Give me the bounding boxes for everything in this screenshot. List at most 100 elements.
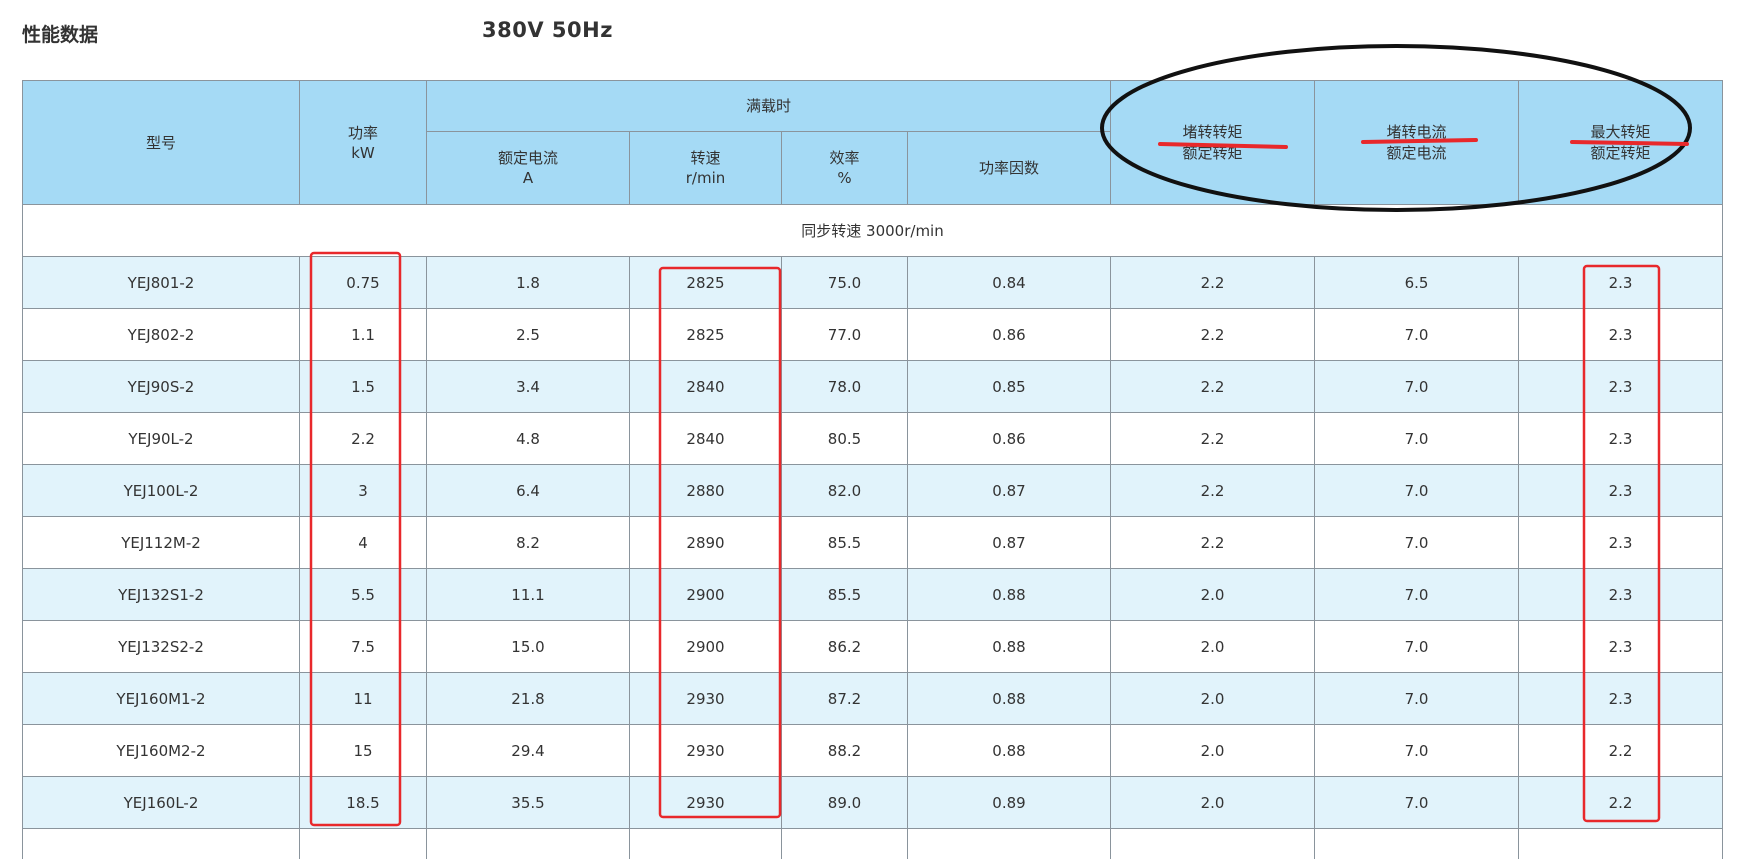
cell-max-torque-ratio: 2.3 [1518,412,1724,465]
cell-max-torque-ratio: 2.3 [1518,516,1724,569]
cell-rated-current: 3.4 [426,360,630,413]
cell-power: 1.5 [299,360,427,413]
cell-efficiency: 77.0 [781,308,908,361]
cell-rated-current: 6.4 [426,464,630,517]
cell-model: YEJ132S2-2 [22,620,300,673]
cell-locked-torque-ratio: 2.0 [1110,672,1316,725]
cell-power: 4 [299,516,427,569]
cell-locked-current-ratio: 7.0 [1314,516,1520,569]
column-header-power-factor: 功率因数 [906,131,1112,205]
cell-power: 11 [299,672,427,725]
cell-max-torque-ratio: 2.3 [1518,568,1724,621]
table-row: YEJ90S-2 1.5 3.4 2840 78.0 0.85 2.2 7.0 2.3 [22,360,1724,413]
cell-rated-current: 4.8 [426,412,630,465]
sync-speed-group-row: 同步转速 3000r/min [21,204,1724,257]
column-header-locked-torque-ratio: 堵转转矩 额定转矩 [1110,80,1316,205]
table-row-partial [22,828,1724,859]
empty-cell [426,828,630,859]
cell-power: 1.1 [299,308,427,361]
cell-speed: 2900 [629,568,782,621]
cell-power-factor: 0.87 [906,464,1112,517]
cell-speed: 2840 [629,412,782,465]
cell-efficiency: 86.2 [781,620,908,673]
cell-locked-current-ratio: 7.0 [1314,412,1520,465]
table-row: YEJ160L-2 18.5 35.5 2930 89.0 0.89 2.0 7.0 2.2 [22,776,1724,829]
cell-locked-torque-ratio: 2.2 [1110,308,1316,361]
cell-model: YEJ112M-2 [22,516,300,569]
column-header-speed: 转速 r/min [629,131,782,205]
page-header: 性能数据 380V 50Hz [22,18,822,48]
cell-speed: 2825 [629,256,782,309]
table-row: YEJ801-2 0.75 1.8 2825 75.0 0.84 2.2 6.5 2.3 [22,256,1724,309]
cell-locked-current-ratio: 7.0 [1314,360,1520,413]
column-header-rated-current: 额定电流 A [426,131,630,205]
cell-model: YEJ90L-2 [22,412,300,465]
cell-locked-current-ratio: 7.0 [1314,308,1520,361]
cell-rated-current: 8.2 [426,516,630,569]
cell-speed: 2880 [629,464,782,517]
cell-speed: 2930 [629,724,782,777]
cell-max-torque-ratio: 2.3 [1518,464,1724,517]
cell-model: YEJ801-2 [22,256,300,309]
column-header-efficiency: 效率 % [781,131,908,205]
cell-locked-current-ratio: 6.5 [1314,256,1520,309]
cell-max-torque-ratio: 2.2 [1518,724,1724,777]
cell-power-factor: 0.86 [906,412,1112,465]
voltage-frequency-label: 380V 50Hz [482,18,613,42]
cell-efficiency: 87.2 [781,672,908,725]
cell-max-torque-ratio: 2.3 [1518,256,1724,309]
cell-model: YEJ100L-2 [22,464,300,517]
performance-table: 型号 功率 kW 满载时 堵转转矩 额定转矩 堵转电流 额定电流 最大转矩 额定… [21,80,1724,859]
table-row: YEJ90L-2 2.2 4.8 2840 80.5 0.86 2.2 7.0 2.3 [22,412,1724,465]
empty-cell [299,828,427,859]
cell-power-factor: 0.88 [906,568,1112,621]
cell-speed: 2890 [629,516,782,569]
cell-power-factor: 0.88 [906,620,1112,673]
cell-locked-torque-ratio: 2.0 [1110,724,1316,777]
cell-max-torque-ratio: 2.3 [1518,620,1724,673]
cell-rated-current: 15.0 [426,620,630,673]
cell-power: 15 [299,724,427,777]
cell-rated-current: 29.4 [426,724,630,777]
cell-model: YEJ160M2-2 [22,724,300,777]
cell-locked-current-ratio: 7.0 [1314,620,1520,673]
cell-model: YEJ160L-2 [22,776,300,829]
cell-model: YEJ802-2 [22,308,300,361]
cell-model: YEJ160M1-2 [22,672,300,725]
cell-rated-current: 35.5 [426,776,630,829]
cell-model: YEJ90S-2 [22,360,300,413]
table-row: YEJ132S1-2 5.5 11.1 2900 85.5 0.88 2.0 7.0 2.3 [22,568,1724,621]
table-row: YEJ112M-2 4 8.2 2890 85.5 0.87 2.2 7.0 2.3 [22,516,1724,569]
empty-cell [906,828,1112,859]
cell-power-factor: 0.87 [906,516,1112,569]
cell-rated-current: 11.1 [426,568,630,621]
cell-speed: 2930 [629,776,782,829]
cell-power-factor: 0.88 [906,724,1112,777]
empty-cell [22,828,300,859]
cell-efficiency: 89.0 [781,776,908,829]
column-header-locked-current-ratio: 堵转电流 额定电流 [1314,80,1520,205]
cell-efficiency: 82.0 [781,464,908,517]
cell-rated-current: 2.5 [426,308,630,361]
cell-locked-torque-ratio: 2.0 [1110,776,1316,829]
cell-locked-torque-ratio: 2.0 [1110,568,1316,621]
sync-speed-label: 同步转速 3000r/min [21,204,1724,257]
empty-cell [1518,828,1724,859]
cell-speed: 2900 [629,620,782,673]
table-row: YEJ132S2-2 7.5 15.0 2900 86.2 0.88 2.0 7.0 2.3 [22,620,1724,673]
table-row: YEJ160M2-2 15 29.4 2930 88.2 0.88 2.0 7.0 2.2 [22,724,1724,777]
column-group-full-load: 满载时 [425,80,1112,132]
cell-rated-current: 1.8 [426,256,630,309]
cell-locked-current-ratio: 7.0 [1314,724,1520,777]
table-row: YEJ802-2 1.1 2.5 2825 77.0 0.86 2.2 7.0 2.3 [22,308,1724,361]
cell-locked-torque-ratio: 2.0 [1110,620,1316,673]
cell-max-torque-ratio: 2.3 [1518,672,1724,725]
cell-efficiency: 75.0 [781,256,908,309]
cell-power-factor: 0.89 [906,776,1112,829]
cell-power: 18.5 [299,776,427,829]
cell-power: 0.75 [299,256,427,309]
cell-rated-current: 21.8 [426,672,630,725]
table-row: YEJ100L-2 3 6.4 2880 82.0 0.87 2.2 7.0 2.3 [22,464,1724,517]
cell-speed: 2930 [629,672,782,725]
cell-efficiency: 85.5 [781,516,908,569]
